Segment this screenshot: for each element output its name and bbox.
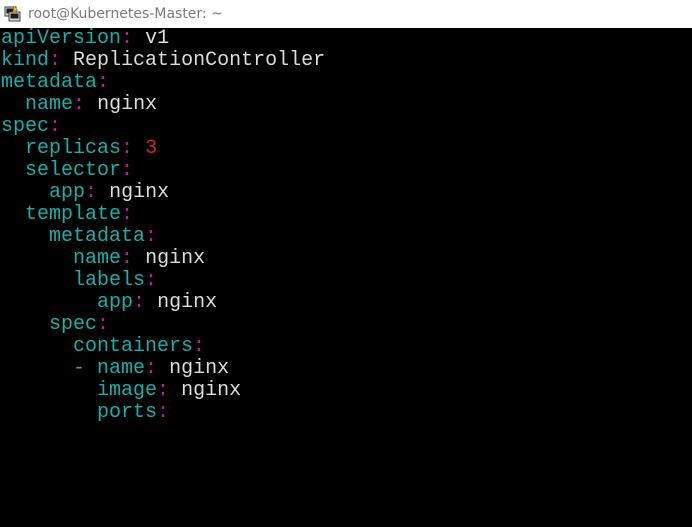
yaml-line: kind: ReplicationController [0,50,692,72]
yaml-line: labels: [0,270,692,292]
yaml-colon: : [121,203,134,226]
yaml-line: replicas: 3 [0,138,692,160]
yaml-line: selector: [0,160,692,182]
yaml-key: app [49,181,86,204]
terminal-output[interactable]: apiVersion: v1 kind: ReplicationControlle… [0,28,692,527]
yaml-indent [1,93,25,116]
yaml-colon: : [97,313,110,336]
yaml-indent [1,335,73,358]
yaml-colon: : [97,71,110,94]
yaml-key: spec [49,313,98,336]
yaml-line: app: nginx [0,292,692,314]
yaml-key: kind [1,49,50,72]
yaml-key: containers [73,335,194,358]
yaml-indent [1,159,25,182]
yaml-colon: : [73,93,86,116]
yaml-colon: : [121,27,134,50]
yaml-colon: : [145,269,158,292]
yaml-key: template [25,203,122,226]
yaml-line: metadata: [0,226,692,248]
yaml-value: nginx [157,291,218,314]
yaml-colon: : [49,115,62,138]
yaml-key: app [97,291,134,314]
yaml-indent [1,291,97,314]
yaml-key: metadata [49,225,146,248]
yaml-separator [85,93,97,116]
yaml-value: v1 [145,27,170,50]
yaml-key: selector [25,159,122,182]
yaml-line: ports: [0,402,692,424]
yaml-colon: : [133,291,146,314]
yaml-line: spec: [0,314,692,336]
yaml-key: spec [1,115,50,138]
yaml-key: apiVersion [1,27,122,50]
yaml-line: metadata: [0,72,692,94]
putty-terminal-icon[interactable] [4,5,22,23]
yaml-line: - name: nginx [0,358,692,380]
yaml-indent [1,313,49,336]
yaml-indent [1,357,73,380]
yaml-separator [169,379,181,402]
yaml-separator [97,181,109,204]
yaml-list-dash: - [73,357,98,380]
yaml-indent [1,269,73,292]
yaml-line: image: nginx [0,380,692,402]
yaml-key: replicas [25,137,122,160]
yaml-line: containers: [0,336,692,358]
yaml-colon: : [157,379,170,402]
yaml-key: image [97,379,158,402]
yaml-separator [133,247,145,270]
yaml-colon: : [121,159,134,182]
yaml-colon: : [121,137,134,160]
yaml-separator [157,357,169,380]
yaml-indent [1,137,25,160]
window-title: root@Kubernetes-Master: ~ [28,6,223,22]
yaml-colon: : [193,335,206,358]
yaml-colon: : [85,181,98,204]
yaml-key: name [25,93,74,116]
yaml-line: name: nginx [0,94,692,116]
yaml-separator [133,27,145,50]
yaml-value: nginx [169,357,230,380]
yaml-indent [1,181,49,204]
yaml-indent [1,225,49,248]
yaml-key: labels [73,269,146,292]
yaml-value: nginx [97,93,158,116]
yaml-colon: : [145,357,158,380]
yaml-indent [1,401,97,424]
yaml-key: ports [97,401,158,424]
yaml-colon: : [121,247,134,270]
yaml-key: name [97,357,146,380]
yaml-key: name [73,247,122,270]
yaml-key: metadata [1,71,98,94]
yaml-line: name: nginx [0,248,692,270]
yaml-colon: : [157,401,170,424]
yaml-value: nginx [109,181,170,204]
yaml-indent [1,203,25,226]
yaml-indent [1,247,73,270]
yaml-line: spec: [0,116,692,138]
title-bar[interactable]: root@Kubernetes-Master: ~ [0,0,692,28]
yaml-separator [133,137,145,160]
yaml-line: template: [0,204,692,226]
yaml-indent [1,379,97,402]
yaml-line: app: nginx [0,182,692,204]
yaml-colon: : [49,49,62,72]
yaml-number-value: 3 [145,137,158,160]
yaml-line: apiVersion: v1 [0,28,692,50]
yaml-value: ReplicationController [73,49,326,72]
yaml-separator [145,291,157,314]
yaml-value: nginx [181,379,242,402]
terminal-window: root@Kubernetes-Master: ~ apiVersion: v1… [0,0,692,527]
yaml-separator [61,49,73,72]
yaml-value: nginx [145,247,206,270]
yaml-colon: : [145,225,158,248]
